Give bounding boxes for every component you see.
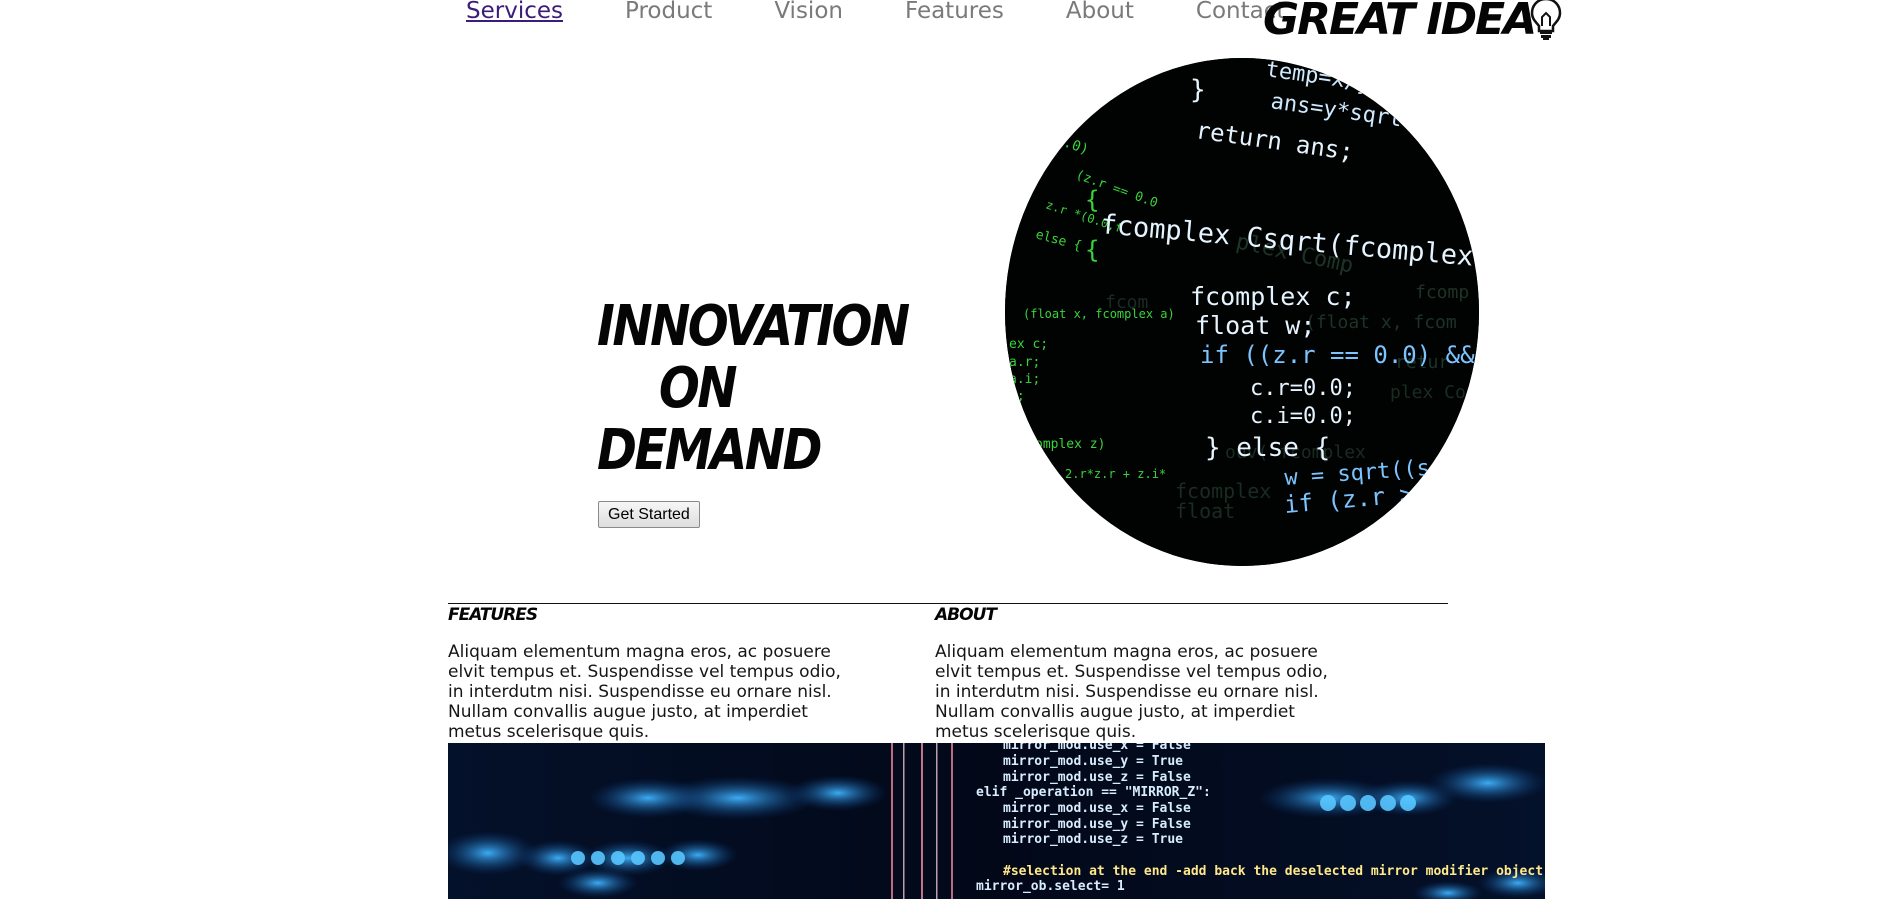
svg-text:omplex z): omplex z)	[1035, 437, 1105, 452]
nav-link-features[interactable]: Features	[905, 0, 1004, 28]
hero-code-image: plex Comp fcomp (float x, fcom retur ple…	[1005, 58, 1479, 566]
svg-text:mirror_mod.use_x = False: mirror_mod.use_x = False	[1003, 743, 1191, 753]
svg-text:c;: c;	[1009, 389, 1025, 404]
brand-logo[interactable]: GREAT IDEA	[1263, 0, 1563, 46]
svg-text:mirror_mod.use_x = False: mirror_mod.use_x = False	[1003, 801, 1191, 816]
svg-text:mirror_mod.use_z = True: mirror_mod.use_z = True	[1003, 832, 1183, 847]
svg-text:elif _operation == "MIRROR_Z":: elif _operation == "MIRROR_Z":	[976, 785, 1211, 800]
svg-text:fcomplex c;: fcomplex c;	[1190, 282, 1356, 311]
svg-text:c.r=0.0;: c.r=0.0;	[1250, 376, 1356, 401]
nav-link-product[interactable]: Product	[625, 0, 712, 28]
svg-text:2.r*z.r + z.i*: 2.r*z.r + z.i*	[1065, 467, 1166, 481]
svg-text:mirror_mod.use_z = False: mirror_mod.use_z = False	[1003, 770, 1191, 785]
svg-text:(float x, fcomplex a): (float x, fcomplex a)	[1023, 307, 1175, 321]
about-heading: ABOUT	[935, 605, 997, 625]
svg-text:if ((z.r == 0.0) && (z.i == 0.: if ((z.r == 0.0) && (z.i == 0.0)) {	[1200, 341, 1479, 369]
lightbulb-icon	[1529, 0, 1563, 46]
svg-text:} else {: } else {	[1205, 433, 1330, 463]
features-body: Aliquam elementum magna eros, ac posuere…	[448, 642, 841, 742]
logo-text: GREAT IDEA	[1263, 0, 1537, 45]
svg-text:c.r: c.r	[1355, 525, 1395, 550]
hero-title-line-1: INNOVATION	[597, 294, 910, 359]
svg-text:{: {	[1085, 186, 1099, 214]
svg-text:plex Co: plex Co	[1390, 382, 1466, 403]
svg-text:a.r;: a.r;	[1009, 355, 1040, 370]
svg-text:#selection at the end -add bac: #selection at the end -add back the dese…	[1003, 864, 1543, 879]
hero-title-line-3: DEMAND	[597, 418, 822, 483]
svg-text:ex c;: ex c;	[1009, 337, 1048, 352]
nav-link-services[interactable]: Services	[466, 0, 563, 28]
svg-text:float: float	[1175, 499, 1235, 523]
svg-text:c.i=0.0;: c.i=0.0;	[1250, 404, 1356, 429]
about-section: ABOUT Aliquam elementum magna eros, ac p…	[935, 602, 1355, 759]
nav-link-about[interactable]: About	[1066, 0, 1134, 28]
about-body: Aliquam elementum magna eros, ac posuere…	[935, 642, 1328, 742]
code-banner-image: mirror_mod.use_x = False mirror_mod.use_…	[448, 743, 1545, 899]
get-started-button[interactable]: Get Started	[598, 501, 700, 528]
svg-text:{: {	[1085, 236, 1099, 264]
top-navigation: Services Product Vision Features About C…	[466, 0, 1347, 28]
features-heading: FEATURES	[448, 605, 538, 625]
svg-text:fcomp: fcomp	[1415, 282, 1469, 303]
hero-title: INNOVATION ON DEMAND	[597, 294, 910, 483]
svg-text:mirror_ob.select= 1: mirror_ob.select= 1	[976, 879, 1125, 894]
nav-link-vision[interactable]: Vision	[774, 0, 843, 28]
svg-text:a.i;: a.i;	[1009, 372, 1040, 387]
svg-text:mirror_mod.use_y = False: mirror_mod.use_y = False	[1003, 817, 1191, 832]
hero-title-line-2: ON	[658, 356, 738, 421]
svg-text:}: }	[1190, 75, 1206, 105]
features-section: FEATURES Aliquam elementum magna eros, a…	[448, 602, 868, 759]
svg-text:mirror_mod.use_y = True: mirror_mod.use_y = True	[1003, 754, 1183, 769]
svg-text:(float x, fcom: (float x, fcom	[1305, 312, 1457, 333]
svg-text:float w;: float w;	[1195, 311, 1315, 340]
